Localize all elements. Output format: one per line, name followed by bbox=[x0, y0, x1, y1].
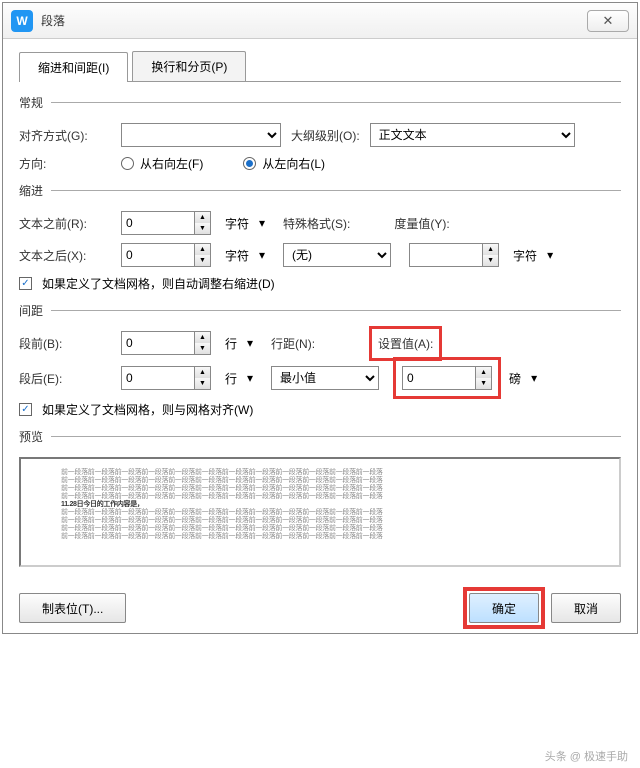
unit-lines: 行 bbox=[225, 370, 237, 387]
preview-line: 前一段落前一段落前一段落前一段落前一段落前一段落前一段落前一段落前一段落前一段落… bbox=[61, 515, 579, 523]
line-spacing-label: 行距(N): bbox=[271, 335, 315, 352]
direction-label: 方向: bbox=[19, 155, 111, 172]
ltr-label: 从左向右(L) bbox=[262, 155, 325, 172]
app-icon: W bbox=[11, 10, 33, 32]
close-button[interactable]: ✕ bbox=[587, 10, 629, 32]
set-value-input[interactable] bbox=[403, 367, 475, 389]
group-indent: 缩进 bbox=[19, 182, 621, 199]
space-before-spinner[interactable]: ▲▼ bbox=[121, 331, 211, 355]
tabs-button[interactable]: 制表位(T)... bbox=[19, 593, 126, 623]
window-title: 段落 bbox=[41, 12, 587, 29]
spin-down-icon[interactable]: ▼ bbox=[195, 223, 210, 234]
indent-before-input[interactable] bbox=[122, 212, 194, 234]
space-after-spinner[interactable]: ▲▼ bbox=[121, 366, 211, 390]
outline-label: 大纲级别(O): bbox=[291, 127, 360, 144]
dialog-footer: 制表位(T)... 确定 取消 bbox=[3, 583, 637, 633]
line-spacing-select[interactable]: 最小值 bbox=[271, 366, 379, 390]
close-icon: ✕ bbox=[603, 13, 614, 29]
direction-rtl[interactable]: 从右向左(F) bbox=[121, 155, 203, 172]
chevron-down-icon[interactable]: ▾ bbox=[547, 248, 553, 262]
spin-down-icon[interactable]: ▼ bbox=[476, 378, 491, 389]
tab-indent-spacing[interactable]: 缩进和间距(I) bbox=[19, 52, 128, 82]
unit-chars: 字符 bbox=[225, 215, 249, 232]
measure-label: 度量值(Y): bbox=[394, 215, 449, 232]
preview-line: 前一段落前一段落前一段落前一段落前一段落前一段落前一段落前一段落前一段落前一段落… bbox=[61, 483, 579, 491]
unit-lines: 行 bbox=[225, 335, 237, 352]
group-preview: 预览 bbox=[19, 428, 621, 445]
indent-before-label: 文本之前(R): bbox=[19, 215, 111, 232]
spin-down-icon[interactable]: ▼ bbox=[195, 255, 210, 266]
space-after-label: 段后(E): bbox=[19, 370, 111, 387]
spin-up-icon[interactable]: ▲ bbox=[195, 332, 210, 343]
group-general: 常规 bbox=[19, 94, 621, 111]
space-before-label: 段前(B): bbox=[19, 335, 111, 352]
spin-down-icon[interactable]: ▼ bbox=[195, 378, 210, 389]
preview-current: 11.28日今日的工作内容是， bbox=[61, 499, 579, 507]
direction-ltr[interactable]: 从左向右(L) bbox=[243, 155, 325, 172]
unit-pt: 磅 bbox=[509, 370, 521, 387]
snap-grid-checkbox[interactable] bbox=[19, 403, 32, 416]
measure-spinner[interactable]: ▲▼ bbox=[409, 243, 499, 267]
radio-icon bbox=[121, 157, 134, 170]
set-value-spinner[interactable]: ▲▼ bbox=[402, 366, 492, 390]
watermark: 头条 @ 极速手助 bbox=[545, 748, 628, 764]
spin-up-icon[interactable]: ▲ bbox=[476, 367, 491, 378]
snap-grid-label: 如果定义了文档网格，则与网格对齐(W) bbox=[42, 401, 253, 418]
indent-after-spinner[interactable]: ▲▼ bbox=[121, 243, 211, 267]
dialog-window: W 段落 ✕ 缩进和间距(I) 换行和分页(P) 常规 对齐方式(G): 大纲级… bbox=[2, 2, 638, 634]
chevron-down-icon[interactable]: ▾ bbox=[259, 216, 265, 230]
spin-down-icon[interactable]: ▼ bbox=[483, 255, 498, 266]
indent-after-label: 文本之后(X): bbox=[19, 247, 111, 264]
spin-up-icon[interactable]: ▲ bbox=[195, 367, 210, 378]
tab-strip: 缩进和间距(I) 换行和分页(P) bbox=[19, 51, 621, 82]
cancel-button[interactable]: 取消 bbox=[551, 593, 621, 623]
space-after-input[interactable] bbox=[122, 367, 194, 389]
preview-line: 前一段落前一段落前一段落前一段落前一段落前一段落前一段落前一段落前一段落前一段落… bbox=[61, 475, 579, 483]
dialog-body: 缩进和间距(I) 换行和分页(P) 常规 对齐方式(G): 大纲级别(O): 正… bbox=[3, 39, 637, 583]
rtl-label: 从右向左(F) bbox=[140, 155, 203, 172]
spin-up-icon[interactable]: ▲ bbox=[195, 212, 210, 223]
spin-up-icon[interactable]: ▲ bbox=[195, 244, 210, 255]
preview-line: 前一段落前一段落前一段落前一段落前一段落前一段落前一段落前一段落前一段落前一段落… bbox=[61, 507, 579, 515]
outline-select[interactable]: 正文文本 bbox=[370, 123, 575, 147]
special-label: 特殊格式(S): bbox=[283, 215, 350, 232]
direction-radio-group: 从右向左(F) 从左向右(L) bbox=[121, 155, 325, 172]
chevron-down-icon[interactable]: ▾ bbox=[247, 336, 253, 350]
auto-adjust-checkbox[interactable] bbox=[19, 277, 32, 290]
preview-line: 前一段落前一段落前一段落前一段落前一段落前一段落前一段落前一段落前一段落前一段落… bbox=[61, 531, 579, 539]
group-indent-label: 缩进 bbox=[19, 182, 43, 199]
set-value-label: 设置值(A): bbox=[378, 337, 433, 351]
measure-input[interactable] bbox=[410, 244, 482, 266]
group-preview-label: 预览 bbox=[19, 428, 43, 445]
preview-line: 前一段落前一段落前一段落前一段落前一段落前一段落前一段落前一段落前一段落前一段落… bbox=[61, 523, 579, 531]
align-select[interactable] bbox=[121, 123, 281, 147]
align-label: 对齐方式(G): bbox=[19, 127, 111, 144]
indent-after-input[interactable] bbox=[122, 244, 194, 266]
preview-line: 前一段落前一段落前一段落前一段落前一段落前一段落前一段落前一段落前一段落前一段落… bbox=[61, 467, 579, 475]
group-spacing-label: 间距 bbox=[19, 302, 43, 319]
indent-before-spinner[interactable]: ▲▼ bbox=[121, 211, 211, 235]
space-before-input[interactable] bbox=[122, 332, 194, 354]
group-general-label: 常规 bbox=[19, 94, 43, 111]
unit-chars: 字符 bbox=[225, 247, 249, 264]
tab-line-page[interactable]: 换行和分页(P) bbox=[132, 51, 246, 81]
spin-down-icon[interactable]: ▼ bbox=[195, 343, 210, 354]
unit-chars: 字符 bbox=[513, 247, 537, 264]
auto-adjust-label: 如果定义了文档网格，则自动调整右缩进(D) bbox=[42, 275, 275, 292]
preview-line: 前一段落前一段落前一段落前一段落前一段落前一段落前一段落前一段落前一段落前一段落… bbox=[61, 491, 579, 499]
titlebar: W 段落 ✕ bbox=[3, 3, 637, 39]
chevron-down-icon[interactable]: ▾ bbox=[531, 371, 537, 385]
chevron-down-icon[interactable]: ▾ bbox=[259, 248, 265, 262]
preview-box: 前一段落前一段落前一段落前一段落前一段落前一段落前一段落前一段落前一段落前一段落… bbox=[19, 457, 621, 567]
special-select[interactable]: (无) bbox=[283, 243, 391, 267]
spin-up-icon[interactable]: ▲ bbox=[483, 244, 498, 255]
radio-icon bbox=[243, 157, 256, 170]
chevron-down-icon[interactable]: ▾ bbox=[247, 371, 253, 385]
group-spacing: 间距 bbox=[19, 302, 621, 319]
